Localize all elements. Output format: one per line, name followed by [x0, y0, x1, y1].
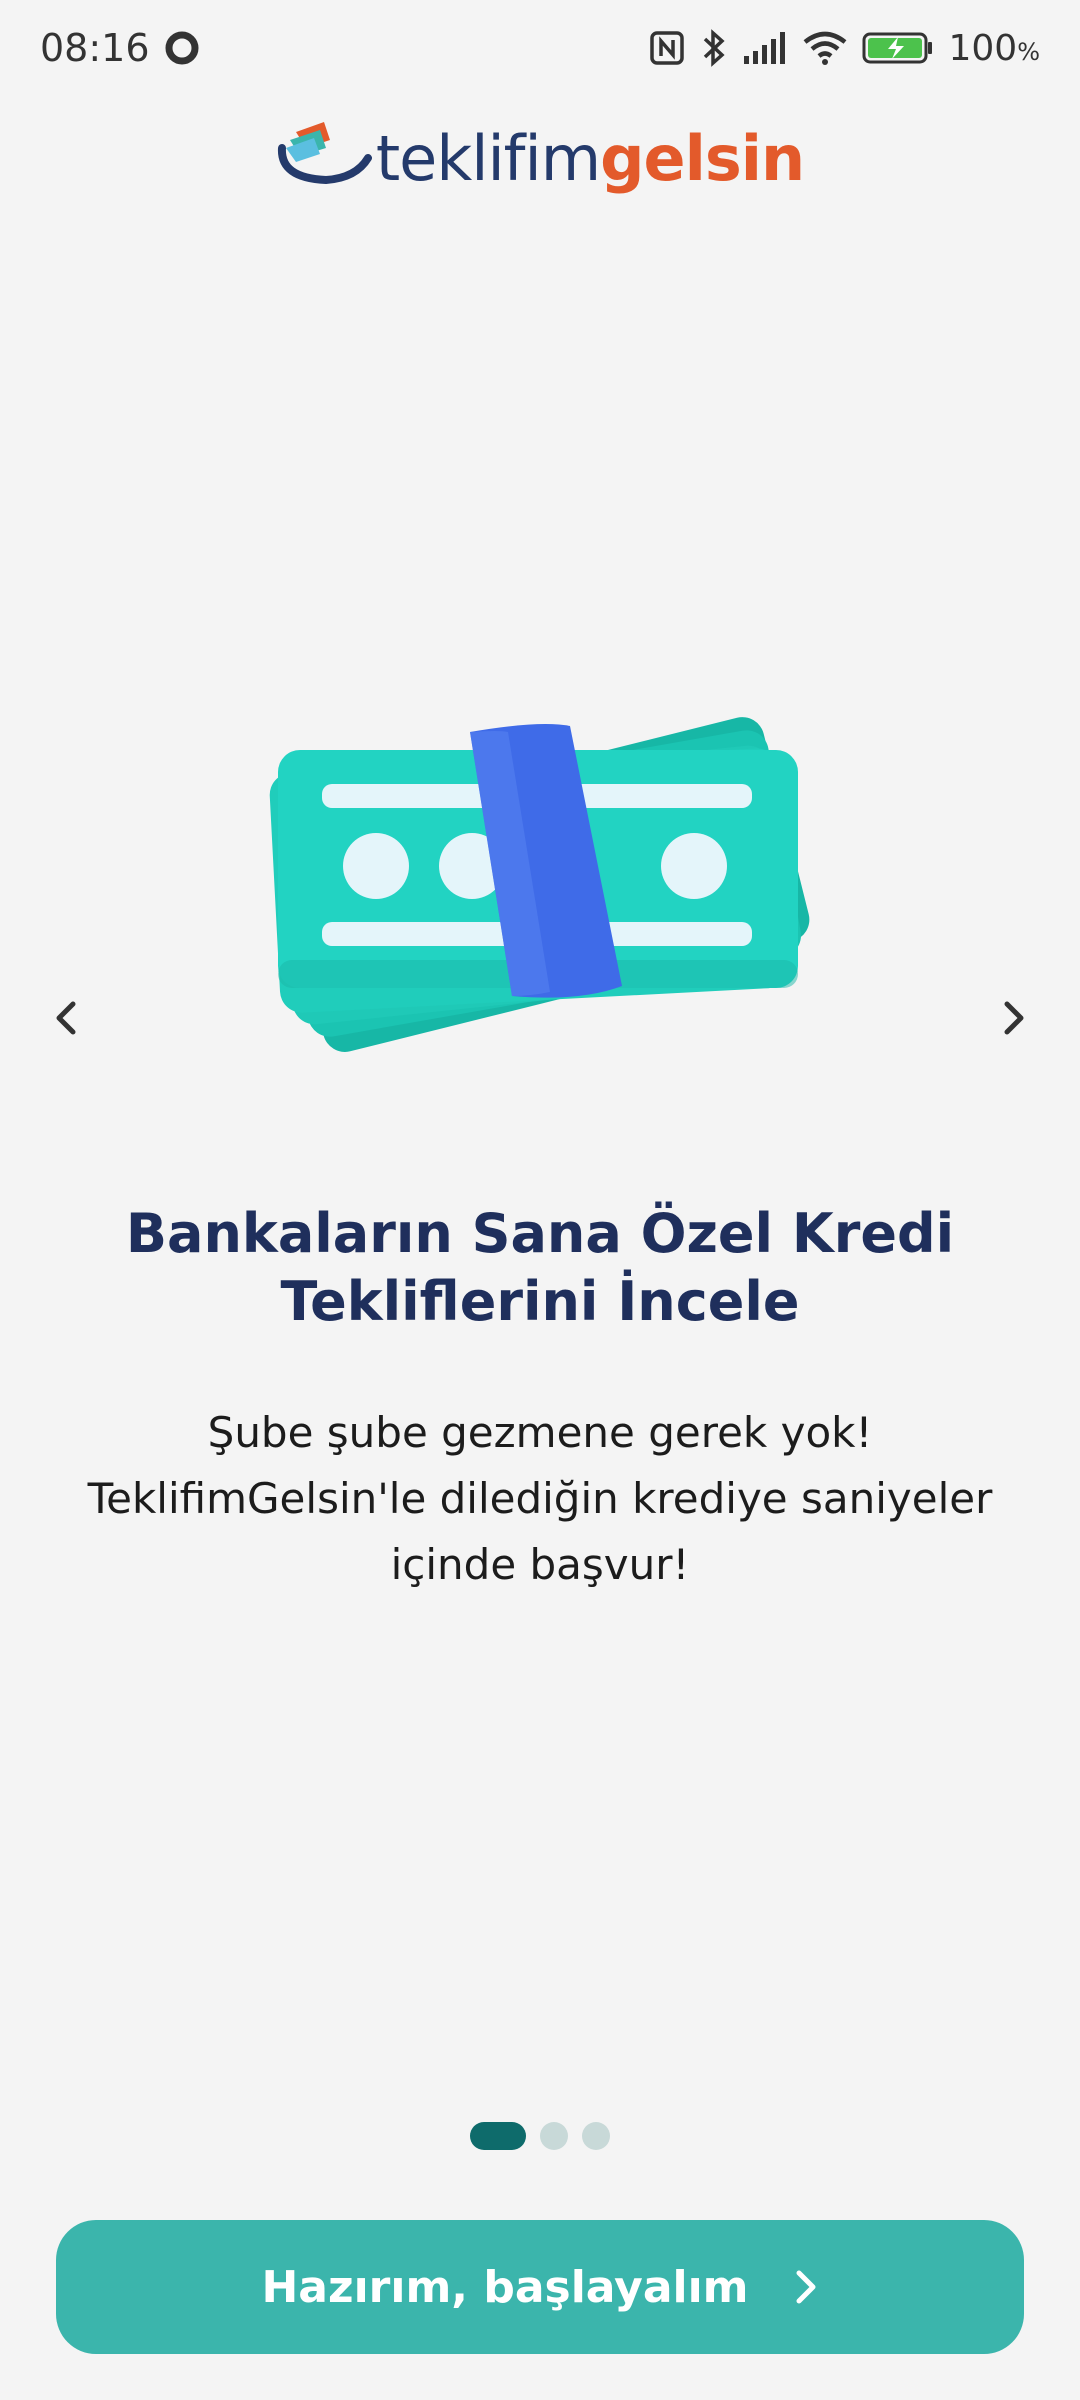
next-slide-button[interactable] [974, 978, 1054, 1058]
record-indicator-icon [165, 31, 199, 65]
pagination-dot-2[interactable] [540, 2122, 568, 2150]
battery-value: 100 [948, 27, 1018, 69]
logo-part1: teklifim [375, 121, 601, 195]
onboarding-screen: 08:16 100% teklifimgelsin Bankaların San… [0, 0, 1080, 2400]
get-started-label: Hazırım, başlayalım [261, 2261, 749, 2313]
battery-percentage: 100% [948, 28, 1040, 69]
wifi-icon [804, 31, 847, 65]
slide-description-line2: TeklifimGelsin'le dilediğin krediye sani… [87, 1474, 993, 1523]
chevron-right-icon [796, 2270, 816, 2304]
previous-slide-button[interactable] [26, 978, 106, 1058]
logo-mark-icon [277, 122, 372, 185]
battery-unit: % [1017, 37, 1040, 66]
bluetooth-icon [704, 29, 726, 67]
money-stack-icon [269, 717, 810, 1052]
slide-description-line1: Şube şube gezmene gerek yok! [207, 1408, 873, 1457]
slide-title-line1: Bankaların Sana Özel Kredi [125, 1202, 955, 1265]
chevron-left-icon [56, 1001, 76, 1035]
slide-title: Bankaların Sana Özel Kredi Tekliflerini … [60, 1200, 1020, 1336]
pagination-dot-3[interactable] [582, 2122, 610, 2150]
pagination-dots [0, 2122, 1080, 2150]
get-started-button[interactable]: Hazırım, başlayalım [56, 2220, 1024, 2354]
logo-wordmark: teklifimgelsin [375, 121, 805, 195]
chevron-right-icon [1004, 1001, 1024, 1035]
battery-charging-icon [862, 32, 933, 64]
slide-title-line2: Tekliflerini İncele [280, 1270, 800, 1333]
logo-part2: gelsin [600, 121, 805, 195]
slide-description: Şube şube gezmene gerek yok! TeklifimGel… [50, 1400, 1030, 1598]
signal-icon [744, 32, 786, 64]
pagination-dot-1[interactable] [470, 2122, 526, 2150]
status-right: 100% [648, 28, 1040, 69]
slide-description-line3: içinde başvur! [390, 1540, 690, 1589]
brand-logo: teklifimgelsin [0, 118, 1080, 198]
nfc-icon [650, 31, 685, 65]
status-left: 08:16 [40, 26, 200, 70]
status-time: 08:16 [40, 26, 150, 70]
status-bar: 08:16 100% [0, 0, 1080, 96]
